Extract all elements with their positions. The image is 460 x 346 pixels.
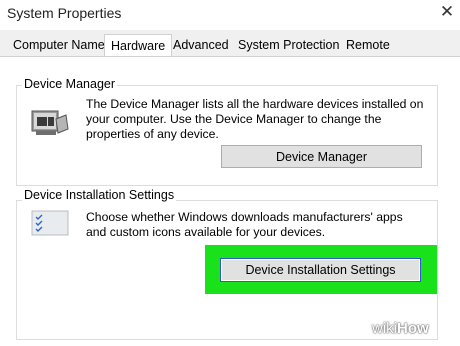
tab-advanced[interactable]: Advanced	[173, 38, 229, 52]
hardware-tab-panel: Device Manager The Device Manager lists …	[0, 56, 460, 346]
device-installation-heading: Device Installation Settings	[22, 188, 177, 202]
device-manager-heading: Device Manager	[22, 77, 118, 91]
close-icon[interactable]: ✕	[438, 3, 456, 21]
tab-strip: Computer Name Hardware Advanced System P…	[0, 30, 460, 56]
watermark-wiki: wiki	[372, 320, 397, 337]
device-manager-button[interactable]: Device Manager	[221, 145, 422, 168]
tab-hardware[interactable]: Hardware	[104, 34, 173, 56]
device-manager-description: The Device Manager lists all the hardwar…	[86, 97, 424, 141]
wikihow-watermark: wikiHow	[372, 320, 460, 345]
tab-system-protection[interactable]: System Protection	[238, 38, 339, 52]
device-installation-settings-button[interactable]: Device Installation Settings	[220, 258, 421, 282]
watermark-how: How	[397, 320, 429, 337]
title-bar: System Properties ✕	[0, 0, 460, 30]
device-installation-description: Choose whether Windows downloads manufac…	[86, 210, 403, 239]
checklist-icon	[31, 210, 69, 236]
tab-computer-name[interactable]: Computer Name	[13, 38, 105, 52]
device-manager-icon	[31, 110, 69, 135]
window-title: System Properties	[7, 5, 122, 21]
tab-remote[interactable]: Remote	[346, 38, 390, 52]
